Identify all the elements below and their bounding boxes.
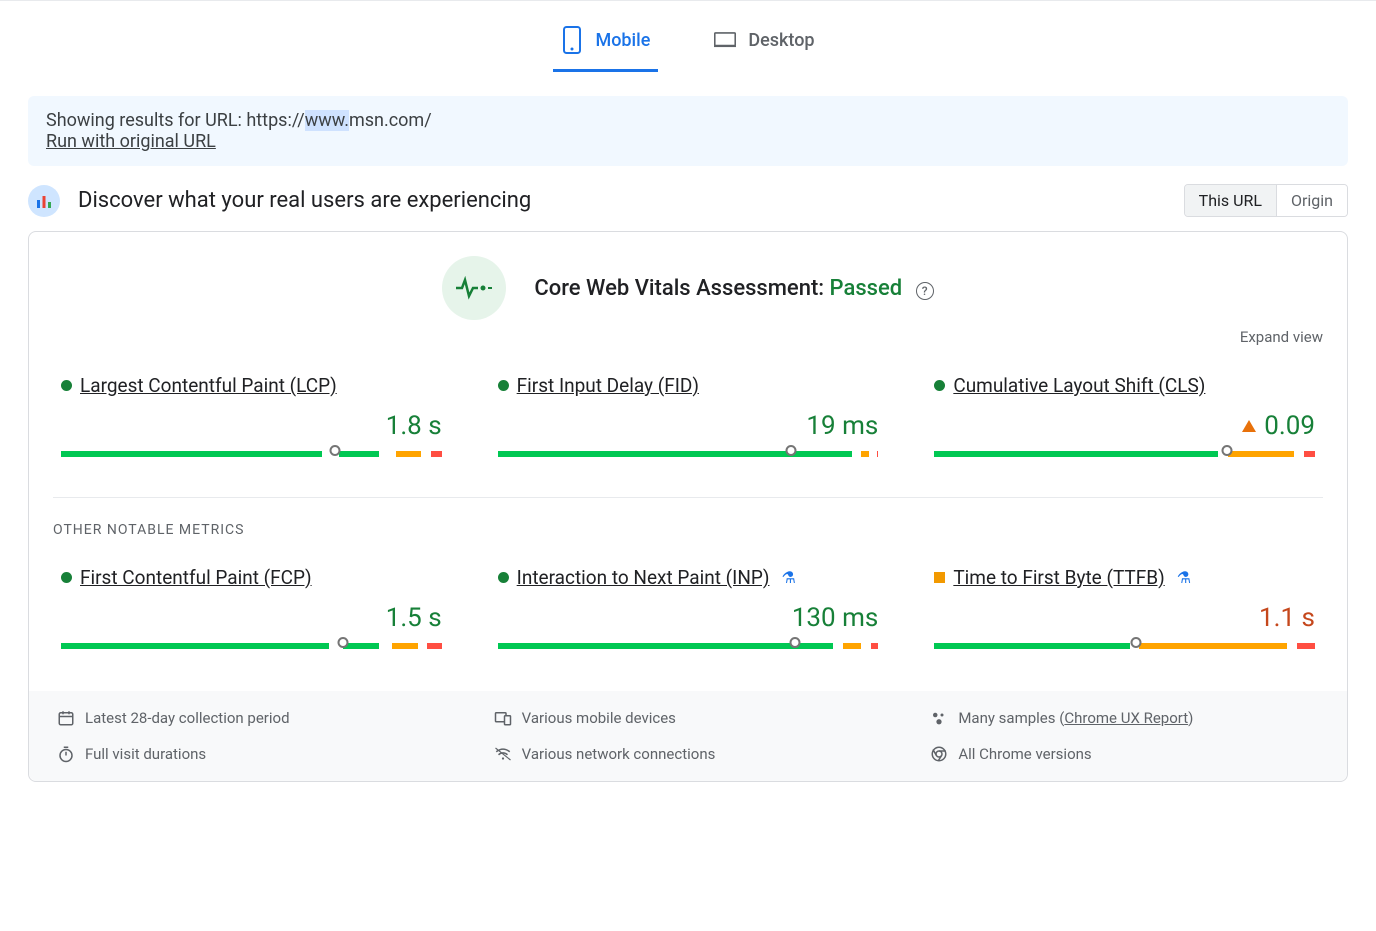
experimental-icon: ⚗: [1177, 568, 1191, 587]
metric-value: 0.09: [934, 411, 1315, 441]
metric-core-0: Largest Contentful Paint (LCP) 1.8 s: [61, 374, 442, 457]
footer-info: Latest 28-day collection period Various …: [29, 691, 1347, 781]
metric-other-2: Time to First Byte (TTFB) ⚗ 1.1 s: [934, 566, 1315, 649]
help-icon[interactable]: ?: [916, 282, 934, 300]
crux-icon: [28, 185, 60, 217]
metric-core-1: First Input Delay (FID) 19 ms: [498, 374, 879, 457]
showing-results-label: Showing results for URL:: [46, 110, 246, 131]
metric-name-link[interactable]: First Input Delay (FID): [517, 374, 699, 397]
cwv-status: Passed: [830, 276, 903, 301]
metric-name-link[interactable]: First Contentful Paint (FCP): [80, 566, 312, 589]
samples-icon: [930, 709, 948, 727]
metric-name-link[interactable]: Cumulative Layout Shift (CLS): [953, 374, 1205, 397]
status-dot: [498, 572, 509, 583]
status-dot: [934, 380, 945, 391]
calendar-icon: [57, 709, 75, 727]
desktop-icon: [714, 25, 736, 55]
mobile-icon: [561, 25, 583, 55]
tab-mobile[interactable]: Mobile: [553, 25, 658, 72]
distribution-bar: [61, 643, 442, 649]
vitals-card: Core Web Vitals Assessment: Passed ? Exp…: [28, 231, 1348, 782]
metric-other-1: Interaction to Next Paint (INP) ⚗ 130 ms: [498, 566, 879, 649]
distribution-bar: [498, 643, 879, 649]
page-title: Discover what your real users are experi…: [78, 188, 531, 213]
distribution-bar: [61, 451, 442, 457]
distribution-bar: [934, 451, 1315, 457]
metric-other-0: First Contentful Paint (FCP) 1.5 s: [61, 566, 442, 649]
distribution-bar: [934, 643, 1315, 649]
status-dot: [498, 380, 509, 391]
status-dot: [61, 380, 72, 391]
metric-value: 1.1 s: [934, 603, 1315, 633]
experimental-icon: ⚗: [781, 568, 795, 587]
chrome-icon: [930, 745, 948, 763]
devices-icon: [494, 709, 512, 727]
cwv-title: Core Web Vitals Assessment: Passed ?: [534, 276, 933, 301]
stopwatch-icon: [57, 745, 75, 763]
url-notice: Showing results for URL: https://www.msn…: [28, 96, 1348, 166]
expand-view[interactable]: Expand view: [53, 328, 1323, 346]
tab-desktop-label: Desktop: [748, 30, 814, 51]
metric-value: 1.8 s: [61, 411, 442, 441]
warning-icon: [1242, 420, 1256, 432]
status-dot: [934, 572, 945, 583]
metric-value: 1.5 s: [61, 603, 442, 633]
tab-desktop[interactable]: Desktop: [706, 25, 822, 72]
crux-report-link[interactable]: Chrome UX Report: [1064, 709, 1188, 727]
toggle-origin[interactable]: Origin: [1277, 185, 1347, 216]
metric-core-2: Cumulative Layout Shift (CLS) 0.09: [934, 374, 1315, 457]
metric-value: 19 ms: [498, 411, 879, 441]
device-tabs: Mobile Desktop: [28, 1, 1348, 72]
pulse-icon: [442, 256, 506, 320]
distribution-bar: [498, 451, 879, 457]
scope-toggle: This URL Origin: [1184, 184, 1348, 217]
metric-value: 130 ms: [498, 603, 879, 633]
metric-name-link[interactable]: Interaction to Next Paint (INP): [517, 566, 770, 589]
metric-name-link[interactable]: Largest Contentful Paint (LCP): [80, 374, 337, 397]
network-icon: [494, 745, 512, 763]
metric-name-link[interactable]: Time to First Byte (TTFB): [953, 566, 1164, 589]
status-dot: [61, 572, 72, 583]
run-original-link[interactable]: Run with original URL: [46, 131, 216, 152]
toggle-this-url[interactable]: This URL: [1185, 185, 1277, 216]
other-metrics-label: OTHER NOTABLE METRICS: [53, 522, 1323, 538]
tab-mobile-label: Mobile: [595, 30, 650, 51]
